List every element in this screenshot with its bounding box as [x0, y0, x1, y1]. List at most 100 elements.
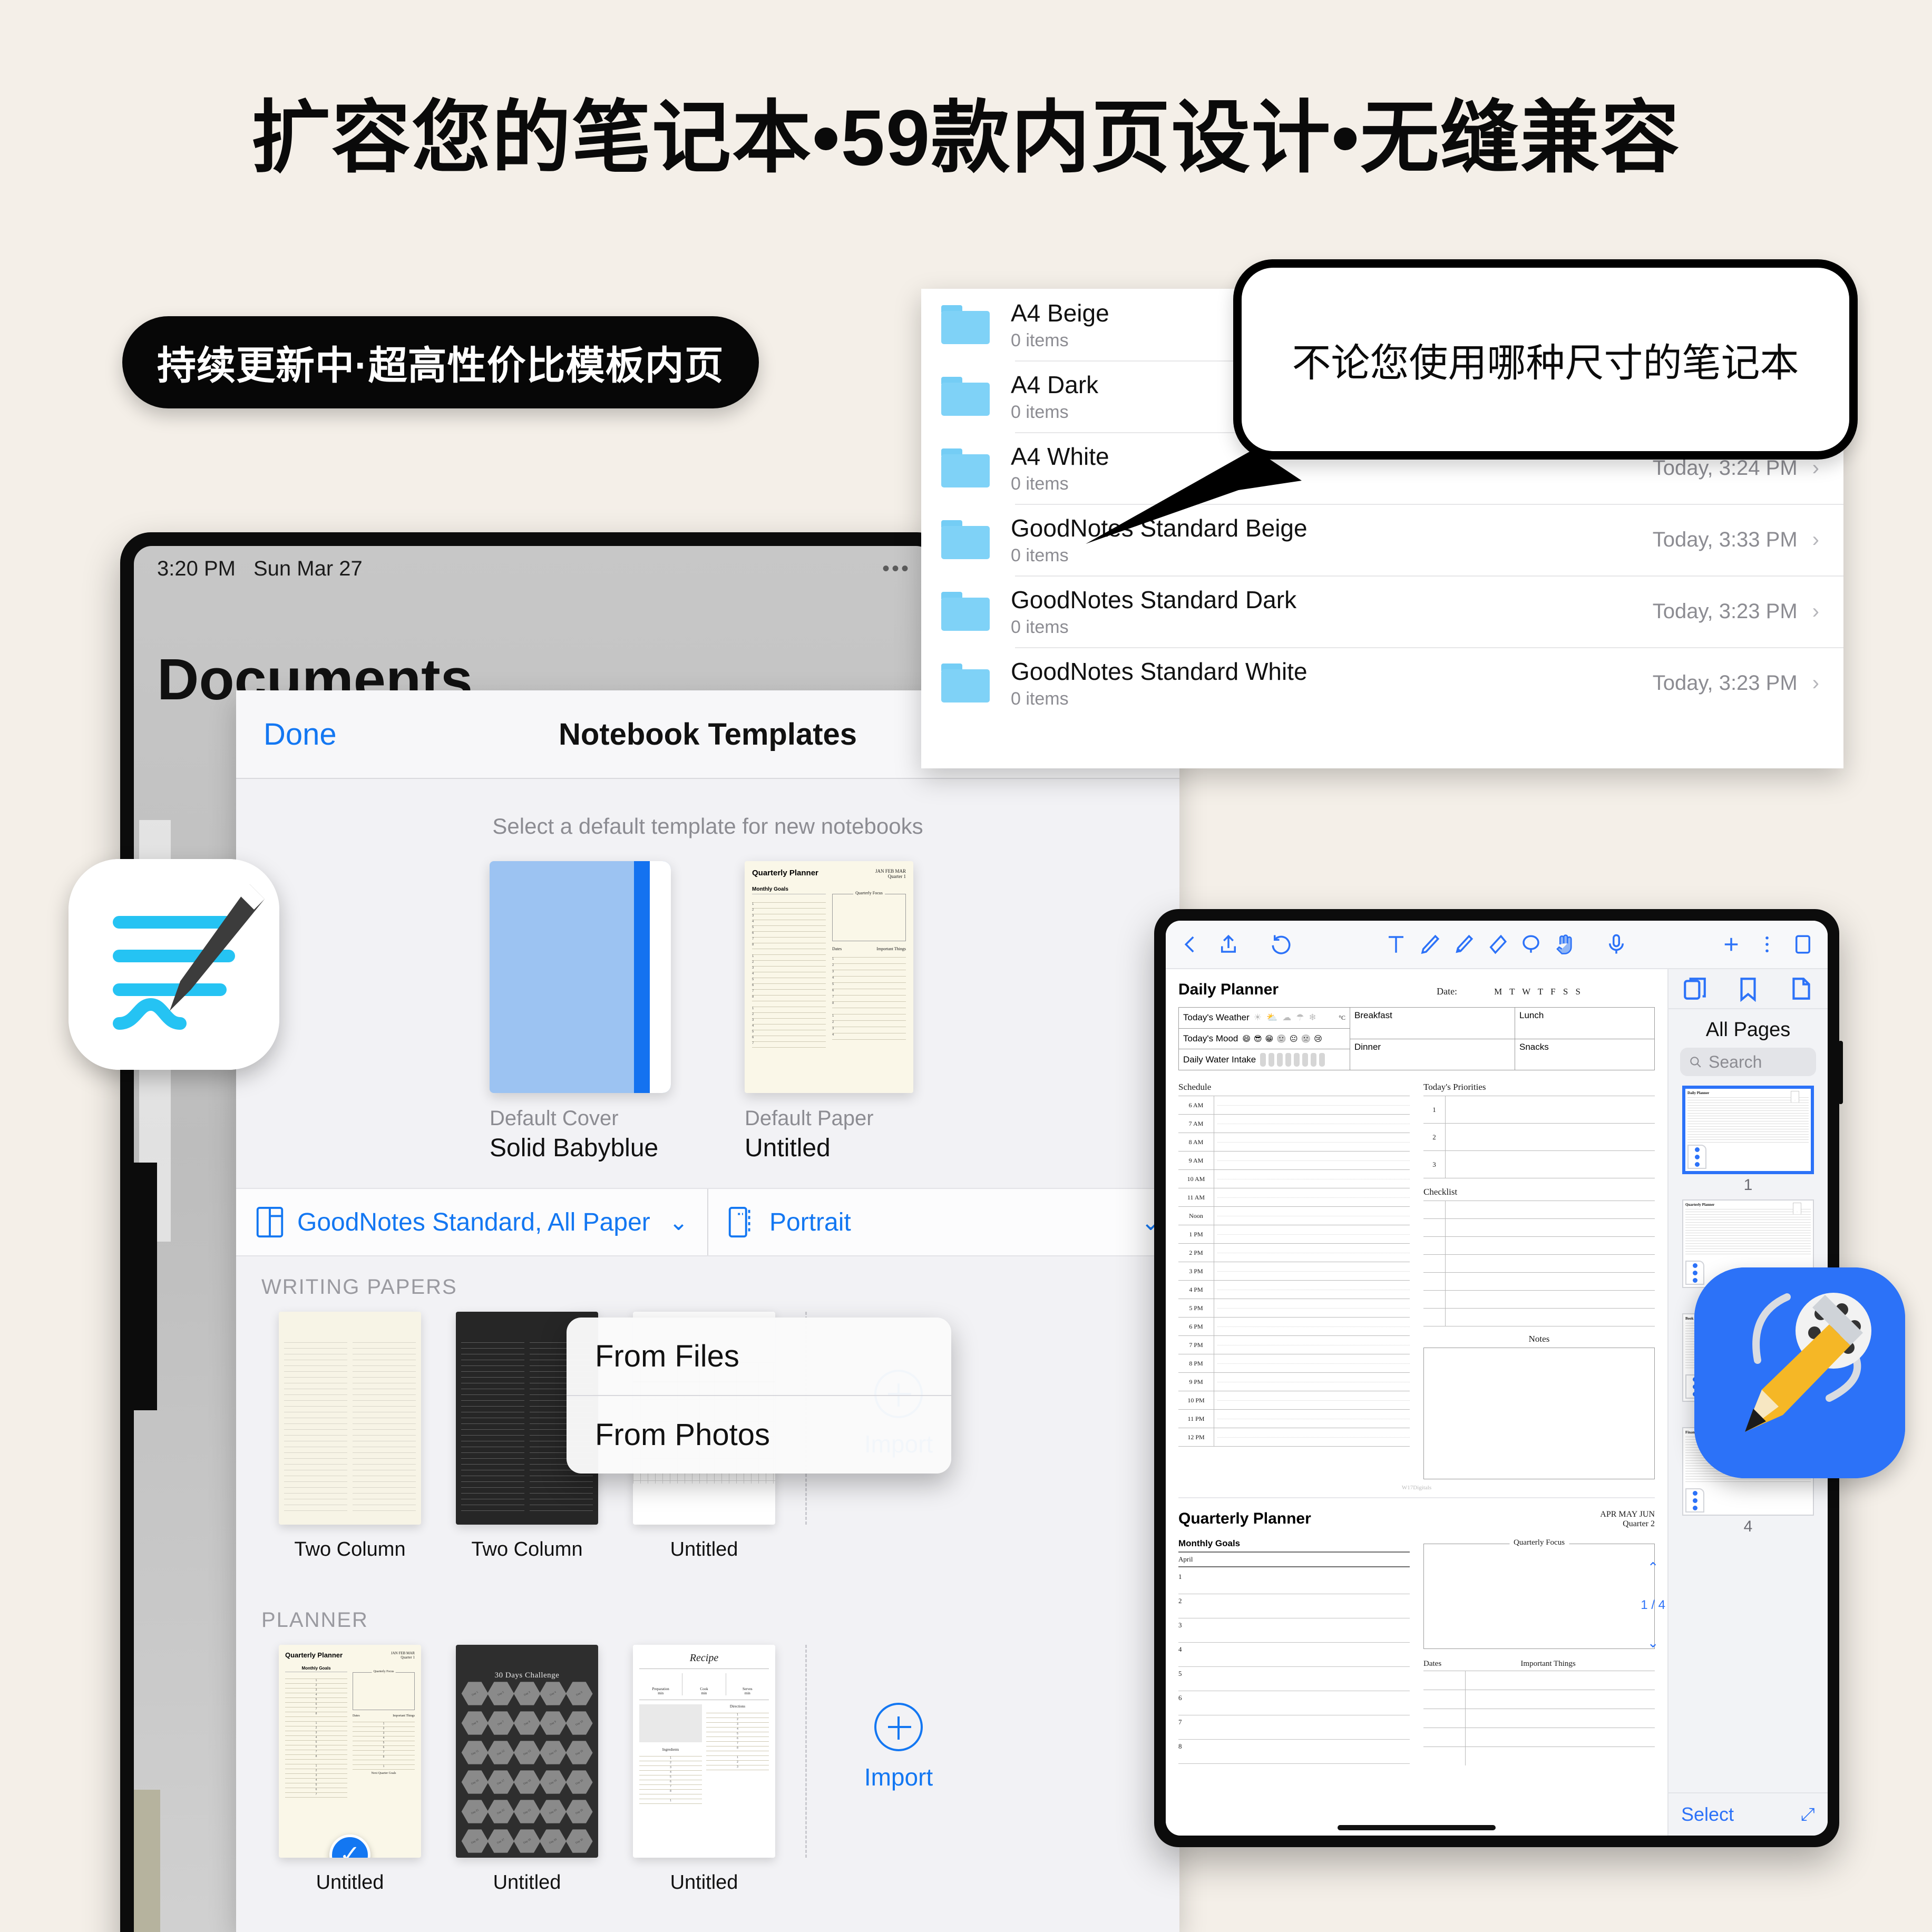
import-planner-button[interactable]: Import [819, 1645, 978, 1791]
schedule-row[interactable]: 10 AM [1178, 1169, 1410, 1188]
template-item[interactable]: Recipe Preparation min Cook min Serves m… [616, 1645, 793, 1894]
eraser-tool-icon[interactable] [1486, 932, 1508, 957]
expand-icon[interactable]: ⤢ [1801, 1804, 1815, 1825]
mood-icon[interactable]: 😁 [1265, 1034, 1274, 1043]
schedule-row[interactable]: 10 PM [1178, 1391, 1410, 1410]
challenge-day-cell[interactable]: Day 9 [536, 1705, 570, 1740]
page-options-icon[interactable] [1792, 932, 1814, 957]
done-button[interactable]: Done [264, 717, 337, 752]
challenge-day-cell[interactable]: Day 25 [562, 1794, 596, 1829]
checklist-row[interactable] [1423, 1272, 1655, 1290]
schedule-row[interactable]: 7 AM [1178, 1114, 1410, 1133]
goal-row[interactable]: 4 [1178, 1643, 1410, 1667]
priority-row[interactable]: 1 [1423, 1096, 1655, 1123]
mood-icon[interactable]: 😄 [1242, 1034, 1251, 1043]
chevron-right-icon[interactable]: › [1812, 528, 1819, 552]
goal-row[interactable]: 8 [1178, 1740, 1410, 1764]
water-bottle-icon[interactable] [1277, 1052, 1283, 1067]
search-input[interactable]: Search [1680, 1048, 1816, 1076]
notability-app-icon[interactable] [1694, 1267, 1905, 1478]
schedule-row[interactable]: 12 PM [1178, 1428, 1410, 1447]
goal-row[interactable]: 7 [1178, 1715, 1410, 1740]
text-tool-icon[interactable] [1385, 932, 1407, 957]
file-row[interactable]: GoodNotes Standard White 0 items Today, 3:… [921, 647, 1843, 719]
important-row[interactable] [1423, 1728, 1655, 1746]
schedule-row[interactable]: 11 AM [1178, 1188, 1410, 1207]
challenge-day-cell[interactable]: Day 30 [562, 1824, 596, 1858]
challenge-day-cell[interactable]: Day 24 [536, 1794, 570, 1829]
chevron-up-icon[interactable]: ⌃ [1641, 1559, 1665, 1576]
pen-tool-icon[interactable] [1419, 932, 1441, 957]
orientation-filter[interactable]: Portrait ⌄ [707, 1189, 1179, 1255]
schedule-row[interactable]: 8 PM [1178, 1354, 1410, 1373]
page-thumbnail-1[interactable]: Daily Planner [1682, 1086, 1814, 1174]
hand-tool-icon[interactable] [1554, 932, 1576, 957]
back-chevron-icon[interactable] [1179, 932, 1202, 957]
chevron-right-icon[interactable]: › [1812, 456, 1819, 480]
file-row[interactable]: GoodNotes Standard Dark 0 items Today, 3:2… [921, 575, 1843, 647]
chevron-right-icon[interactable]: › [1812, 671, 1819, 695]
challenge-day-cell[interactable]: Day 2 [484, 1676, 518, 1711]
challenge-day-cell[interactable]: Day 27 [484, 1824, 518, 1858]
goal-row[interactable]: 5 [1178, 1667, 1410, 1691]
template-thumbnail-30-days-challenge[interactable]: 30 Days Challenge Day 1 Day 2 Day 3 Day 4 Da… [456, 1645, 598, 1858]
checklist-row[interactable] [1423, 1308, 1655, 1326]
chevron-down-icon-page[interactable]: ⌄ [1641, 1635, 1665, 1651]
water-bottle-icon[interactable] [1285, 1052, 1292, 1067]
schedule-row[interactable]: 4 PM [1178, 1280, 1410, 1299]
default-cover-thumbnail[interactable] [490, 861, 671, 1093]
template-item[interactable]: 30 Days Challenge Day 1 Day 2 Day 3 Day 4 Da… [438, 1645, 616, 1894]
weather-icon[interactable]: ❄ [1309, 1012, 1316, 1023]
mood-icon[interactable]: 🙂 [1276, 1034, 1286, 1043]
goal-row[interactable]: 6 [1178, 1691, 1410, 1715]
challenge-day-cell[interactable]: Day 21 [458, 1794, 492, 1829]
challenge-day-cell[interactable]: Day 5 [562, 1676, 596, 1711]
checklist-row[interactable] [1423, 1218, 1655, 1236]
template-thumbnail-recipe[interactable]: Recipe Preparation min Cook min Serves m… [633, 1645, 775, 1858]
template-thumbnail-quarterly-planner[interactable]: Quarterly Planner JAN FEB MAR Quarter 1 … [279, 1645, 421, 1858]
default-paper-thumbnail[interactable]: Quarterly Planner JAN FEB MAR Quarter 1 … [745, 861, 913, 1093]
goodnotes-app-icon[interactable] [69, 859, 279, 1070]
schedule-row[interactable]: 1 PM [1178, 1225, 1410, 1244]
schedule-row[interactable]: 9 PM [1178, 1372, 1410, 1391]
notes-box[interactable] [1423, 1348, 1655, 1479]
bookmarks-tab[interactable] [1733, 975, 1763, 1002]
challenge-day-cell[interactable]: Day 8 [510, 1705, 544, 1740]
select-button[interactable]: Select [1681, 1803, 1734, 1826]
highlighter-tool-icon[interactable] [1452, 932, 1475, 957]
more-options-icon[interactable] [1756, 932, 1778, 957]
challenge-day-cell[interactable]: Day 16 [458, 1765, 492, 1800]
schedule-row[interactable]: Noon [1178, 1206, 1410, 1225]
lasso-tool-icon[interactable] [1520, 932, 1542, 957]
schedule-row[interactable]: 6 AM [1178, 1096, 1410, 1115]
mood-icon[interactable]: 😢 [1314, 1034, 1322, 1043]
challenge-day-cell[interactable]: Day 23 [510, 1794, 544, 1829]
page-menu-icon[interactable] [1687, 1145, 1706, 1169]
list-item[interactable]: Daily Planner 1 [1682, 1086, 1814, 1194]
challenge-day-cell[interactable]: Day 18 [510, 1765, 544, 1800]
challenge-day-cell[interactable]: Day 17 [484, 1765, 518, 1800]
mood-icon[interactable]: 😐 [1290, 1034, 1298, 1043]
mood-icon[interactable]: 😎 [1254, 1034, 1262, 1043]
share-icon[interactable] [1217, 932, 1240, 957]
water-bottle-icon[interactable] [1260, 1052, 1266, 1067]
schedule-row[interactable]: 8 AM [1178, 1133, 1410, 1152]
schedule-row[interactable]: 7 PM [1178, 1335, 1410, 1354]
template-item[interactable]: Quarterly Planner JAN FEB MAR Quarter 1 … [261, 1645, 438, 1894]
challenge-day-cell[interactable]: Day 11 [458, 1735, 492, 1770]
goal-row[interactable]: 2 [1178, 1594, 1410, 1618]
weather-icon[interactable]: ☁ [1282, 1012, 1291, 1023]
important-row[interactable] [1423, 1671, 1655, 1690]
weather-icon[interactable]: ☀ [1254, 1012, 1262, 1023]
default-paper-item[interactable]: Quarterly Planner JAN FEB MAR Quarter 1 … [745, 861, 926, 1163]
schedule-row[interactable]: 11 PM [1178, 1409, 1410, 1428]
weather-icon[interactable]: ☂ [1296, 1012, 1304, 1023]
challenge-day-cell[interactable]: Day 14 [536, 1735, 570, 1770]
challenge-day-cell[interactable]: Day 29 [536, 1824, 570, 1858]
add-page-icon[interactable] [1720, 932, 1742, 957]
default-cover-item[interactable]: Default Cover Solid Babyblue [490, 861, 671, 1163]
challenge-day-cell[interactable]: Day 10 [562, 1705, 596, 1740]
page-menu-icon-4[interactable] [1685, 1488, 1704, 1513]
challenge-day-cell[interactable]: Day 3 [510, 1676, 544, 1711]
page-canvas[interactable]: Daily Planner Date: M T W T F S S Today'… [1166, 969, 1667, 1836]
